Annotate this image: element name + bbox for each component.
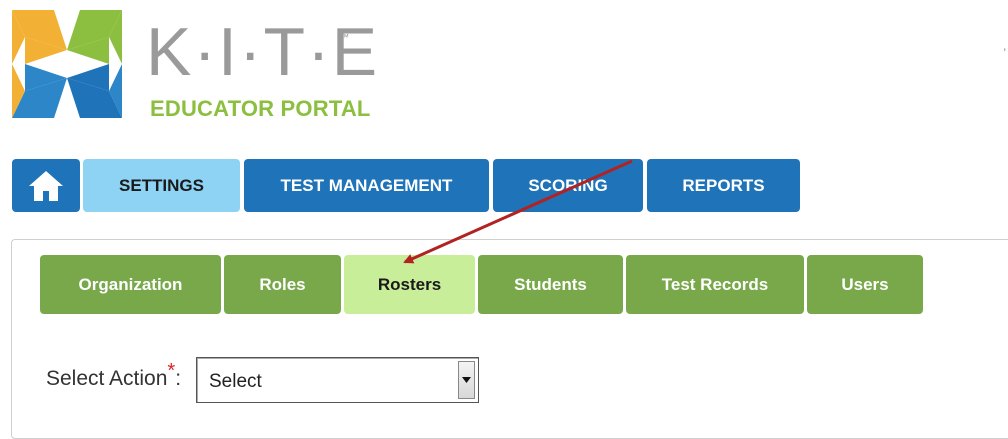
settings-tab-label: SETTINGS <box>118 175 204 195</box>
chevron-down-icon <box>462 377 471 383</box>
required-asterisk: * <box>167 360 176 382</box>
settings-tab[interactable]: SETTINGS <box>83 159 240 212</box>
label-colon: : <box>175 367 182 390</box>
edge-artifact: ’ <box>1003 46 1006 60</box>
subnav-tab-students-label: Students <box>514 274 587 294</box>
scoring-tab-label: SCORING <box>528 175 608 195</box>
dropdown-button[interactable] <box>458 361 475 399</box>
subnav-tab-users[interactable]: Users <box>807 255 923 314</box>
subnav-tab-organization[interactable]: Organization <box>40 255 221 314</box>
subnav-tab-roles[interactable]: Roles <box>224 255 341 314</box>
reports-tab[interactable]: REPORTS <box>647 159 800 212</box>
select-action-text: Select Action <box>46 367 168 390</box>
subnav-tab-test-records-label: Test Records <box>661 274 769 294</box>
subnav-tab-rosters-label: Rosters <box>377 274 442 294</box>
test-management-tab-label: TEST MANAGEMENT <box>280 175 453 195</box>
select-action-value: Select <box>209 371 262 392</box>
subnav-tab-users-label: Users <box>841 274 889 294</box>
subnav-tab-students[interactable]: Students <box>478 255 623 314</box>
subnav-tab-rosters[interactable]: Rosters <box>344 255 475 314</box>
subnav-tab-organization-label: Organization <box>78 274 183 294</box>
reports-tab-label: REPORTS <box>682 175 765 195</box>
scoring-tab[interactable]: SCORING <box>493 159 643 212</box>
subnav-tab-test-records[interactable]: Test Records <box>626 255 804 314</box>
select-action-dropdown[interactable]: Select <box>196 357 479 403</box>
subnav-tab-roles-label: Roles <box>259 274 306 294</box>
trademark-mark: ™ <box>340 32 349 42</box>
home-button[interactable] <box>12 159 80 212</box>
select-action-label: Select Action*: <box>46 360 182 391</box>
brand-wordmark: K·I·T·E <box>146 14 380 90</box>
brand-subtitle: EDUCATOR PORTAL <box>150 96 371 121</box>
home-icon <box>29 170 63 201</box>
kite-logo-icon <box>12 10 122 118</box>
test-management-tab[interactable]: TEST MANAGEMENT <box>244 159 489 212</box>
